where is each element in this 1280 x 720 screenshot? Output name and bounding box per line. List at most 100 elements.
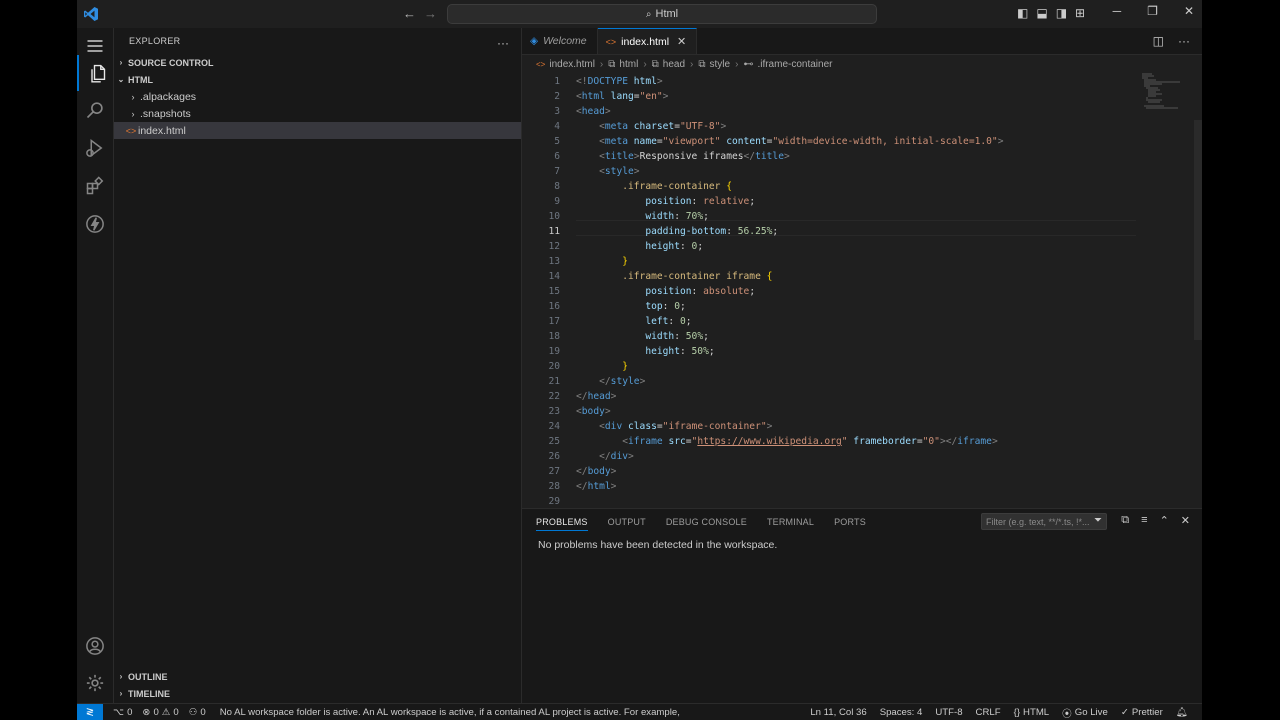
minimap[interactable] [1140, 72, 1184, 112]
cursor-position[interactable]: Ln 11, Col 36 [810, 707, 866, 718]
restore-icon[interactable]: ❐ [1147, 4, 1158, 18]
tab-index-html[interactable]: <> index.html ✕ [597, 28, 698, 54]
command-center-search[interactable]: ⌕ Html [447, 4, 877, 24]
language-mode[interactable]: {} HTML [1014, 707, 1050, 718]
code-line[interactable]: 19 height: 50%; [522, 344, 1132, 359]
tab-welcome[interactable]: ◈ Welcome [522, 28, 598, 54]
customize-layout-icon[interactable]: ⊞ [1075, 6, 1085, 20]
filter-funnel-icon[interactable]: ⏷ [1094, 515, 1102, 526]
code-line-current[interactable]: 11 padding-bottom: 56.25%; [522, 224, 1132, 239]
tab-debug-console[interactable]: DEBUG CONSOLE [666, 517, 747, 527]
code-line[interactable]: 28 </html> [522, 479, 1132, 494]
info-indicator[interactable]: ⚇ 0 [189, 707, 206, 718]
toggle-secondary-sidebar-icon[interactable]: ◨ [1056, 6, 1067, 20]
code-line[interactable]: 13 } [522, 254, 1132, 269]
maximize-panel-icon[interactable]: ⌃ [1160, 514, 1169, 527]
code-line[interactable]: 27 </body> [522, 464, 1132, 479]
breadcrumb-item[interactable]: head [663, 59, 685, 70]
more-actions-icon[interactable]: ··· [497, 36, 509, 50]
indentation[interactable]: Spaces: 4 [880, 707, 923, 718]
back-arrow-icon[interactable]: ← [403, 6, 416, 21]
tab-ports[interactable]: PORTS [834, 517, 866, 527]
extensions-icon[interactable] [77, 168, 113, 204]
minimize-icon[interactable]: ─ [1113, 4, 1122, 18]
code-line[interactable]: 16 top: 0; [522, 299, 1132, 314]
code-line[interactable]: 24 <div class="iframe-container"> [522, 419, 1132, 434]
error-count: 0 [153, 707, 159, 718]
problems-indicator[interactable]: ⊗ 0 ⚠ 0 [142, 707, 178, 718]
code-line[interactable]: 9 position: relative; [522, 194, 1132, 209]
code-line[interactable]: 2 <html lang="en"> [522, 89, 1132, 104]
line-number: 25 [548, 436, 560, 447]
ports-indicator[interactable]: ⌥ 0 [113, 707, 132, 718]
code-line[interactable]: 18 width: 50%; [522, 329, 1132, 344]
code-line[interactable]: 7 <style> [522, 164, 1132, 179]
close-window-icon[interactable]: ✕ [1184, 4, 1194, 18]
code-line[interactable]: 20 } [522, 359, 1132, 374]
collapse-all-icon[interactable]: ⧉ [1121, 514, 1129, 527]
line-number: 1 [554, 76, 560, 87]
view-as-list-icon[interactable]: ≡ [1141, 514, 1147, 527]
line-ending[interactable]: CRLF [976, 707, 1001, 718]
code-line[interactable]: 12 height: 0; [522, 239, 1132, 254]
tab-output[interactable]: OUTPUT [608, 517, 646, 527]
code-line[interactable]: 22 </head> [522, 389, 1132, 404]
thunder-client-icon[interactable] [77, 206, 113, 242]
folder-section[interactable]: ⌄ HTML [114, 71, 521, 88]
source-control-section[interactable]: › SOURCE CONTROL [114, 54, 521, 71]
line-number: 17 [548, 316, 560, 327]
more-actions-icon[interactable]: ··· [1178, 34, 1190, 48]
warning-count: 0 [173, 707, 179, 718]
code-line[interactable]: 5 <meta name="viewport" content="width=d… [522, 134, 1132, 149]
code-line[interactable]: 8 .iframe-container { [522, 179, 1132, 194]
code-editor[interactable]: 1 <!DOCTYPE html> 2 <html lang="en"> 3 <hea… [522, 74, 1202, 554]
breadcrumb-item[interactable]: html [619, 59, 638, 70]
scrollbar-thumb[interactable] [1194, 120, 1202, 340]
code-line[interactable]: 14 .iframe-container iframe { [522, 269, 1132, 284]
breadcrumb-item[interactable]: index.html [549, 59, 595, 70]
code-line[interactable]: 10 width: 70%; [522, 209, 1132, 224]
tree-item-index-html[interactable]: <> index.html [114, 122, 521, 139]
go-live-button[interactable]: ⦿ Go Live [1062, 706, 1108, 720]
split-editor-icon[interactable]: ◫ [1153, 34, 1164, 48]
run-debug-icon[interactable] [77, 130, 113, 166]
error-icon: ⊗ [142, 707, 151, 718]
close-tab-icon[interactable]: ✕ [677, 35, 686, 48]
editor-scrollbar[interactable] [1192, 120, 1202, 554]
tab-problems[interactable]: PROBLEMS [536, 517, 588, 531]
tree-item-snapshots[interactable]: › .snapshots [114, 105, 521, 122]
problems-filter-input[interactable]: Filter (e.g. text, **/*.ts, !*... ⏷ [981, 513, 1107, 530]
tab-terminal[interactable]: TERMINAL [767, 517, 814, 527]
vscode-logo-icon[interactable] [83, 6, 99, 22]
search-view-icon[interactable] [77, 92, 113, 128]
bell-icon[interactable]: 🔔︎ [1176, 707, 1188, 718]
line-number: 4 [554, 121, 560, 132]
code-line[interactable]: 25 <iframe src="https://www.wikipedia.or… [522, 434, 1132, 449]
code-line[interactable]: 6 <title>Responsive iframes</title> [522, 149, 1132, 164]
code-line[interactable]: 26 </div> [522, 449, 1132, 464]
tree-item-alpackages[interactable]: › .alpackages [114, 88, 521, 105]
toggle-sidebar-icon[interactable]: ◧ [1017, 6, 1028, 20]
manage-gear-icon[interactable] [77, 665, 113, 701]
account-icon[interactable] [77, 628, 113, 664]
remote-indicator-icon[interactable]: ≷ [77, 704, 103, 720]
breadcrumb-item[interactable]: .iframe-container [757, 59, 832, 70]
code-line[interactable]: 15 position: absolute; [522, 284, 1132, 299]
breadcrumb-item[interactable]: style [710, 59, 731, 70]
code-line[interactable]: 4 <meta charset="UTF-8"> [522, 119, 1132, 134]
toggle-panel-icon[interactable]: ⬓ [1036, 6, 1047, 20]
forward-arrow-icon[interactable]: → [424, 6, 437, 21]
prettier-button[interactable]: ✓ Prettier [1121, 707, 1163, 718]
explorer-icon[interactable] [77, 55, 115, 91]
code-line[interactable]: 23 <body> [522, 404, 1132, 419]
code-line[interactable]: 29 [522, 494, 1132, 509]
timeline-section[interactable]: › TIMELINE [114, 685, 521, 702]
close-panel-icon[interactable]: ✕ [1181, 514, 1190, 527]
code-line[interactable]: 1 <!DOCTYPE html> [522, 74, 1132, 89]
code-line[interactable]: 17 left: 0; [522, 314, 1132, 329]
encoding[interactable]: UTF-8 [935, 707, 962, 718]
code-line[interactable]: 3 <head> [522, 104, 1132, 119]
source-control-label: SOURCE CONTROL [128, 57, 214, 68]
outline-section[interactable]: › OUTLINE [114, 668, 521, 685]
code-line[interactable]: 21 </style> [522, 374, 1132, 389]
